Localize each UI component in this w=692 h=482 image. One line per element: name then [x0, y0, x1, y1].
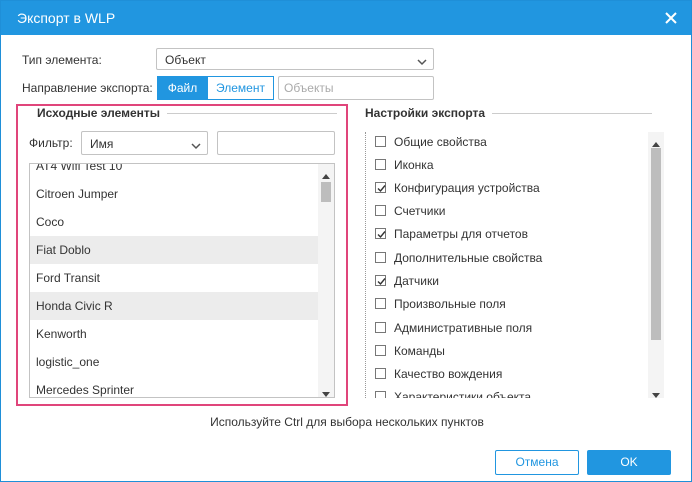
list-item[interactable]: Mercedes Sprinter: [30, 376, 319, 397]
check-icon: [377, 278, 386, 286]
list-item[interactable]: Ford Transit: [30, 264, 319, 292]
checkbox[interactable]: [375, 391, 386, 398]
settings-scrollbar[interactable]: [648, 132, 664, 398]
setting-label: Административные поля: [394, 321, 533, 335]
setting-label: Произвольные поля: [394, 297, 506, 311]
objects-input[interactable]: [278, 76, 434, 100]
list-item[interactable]: Fiat Doblo: [30, 236, 319, 264]
check-icon: [377, 231, 386, 239]
filter-input[interactable]: [217, 131, 335, 155]
source-elements-legend: Исходные элементы: [33, 106, 165, 120]
scroll-down-icon[interactable]: [322, 387, 330, 397]
checkbox[interactable]: [375, 205, 386, 216]
objects-input-field[interactable]: [279, 77, 433, 99]
ok-button[interactable]: OK: [587, 450, 671, 475]
setting-label: Общие свойства: [394, 135, 487, 149]
checkbox[interactable]: [375, 182, 386, 193]
source-elements-list[interactable]: AT4 Wifi Test 10 Citroen Jumper Coco Fia…: [29, 163, 335, 398]
checkbox[interactable]: [375, 368, 386, 379]
element-type-label: Тип элемента:: [22, 53, 102, 67]
scroll-up-icon[interactable]: [652, 136, 660, 147]
setting-label: Качество вождения: [394, 367, 503, 381]
filter-input-field[interactable]: [218, 132, 334, 154]
list-item[interactable]: Honda Civic R: [30, 292, 319, 320]
checkbox[interactable]: [375, 345, 386, 356]
chevron-down-icon: [191, 139, 201, 150]
direction-element-button[interactable]: Элемент: [207, 76, 274, 100]
scroll-down-icon[interactable]: [652, 388, 660, 398]
tree-line: [365, 132, 366, 398]
list-item[interactable]: AT4 Wifi Test 10: [30, 164, 319, 180]
element-type-value: Объект: [165, 53, 206, 67]
setting-label: Датчики: [394, 274, 439, 288]
setting-label: Иконка: [394, 158, 434, 172]
checkbox[interactable]: [375, 298, 386, 309]
filter-select-value: Имя: [90, 137, 114, 151]
direction-file-button[interactable]: Файл: [157, 76, 208, 100]
chevron-down-icon: [417, 55, 427, 66]
setting-label: Счетчики: [394, 204, 446, 218]
export-dialog: Экспорт в WLP Тип элемента: Объект Напра…: [0, 0, 692, 482]
list-item[interactable]: logistic_one: [30, 348, 319, 376]
setting-label: Дополнительные свойства: [394, 251, 543, 265]
scroll-thumb[interactable]: [651, 148, 661, 340]
checkbox[interactable]: [375, 275, 386, 286]
export-direction-label: Направление экспорта:: [22, 81, 153, 95]
checkbox[interactable]: [375, 136, 386, 147]
checkbox[interactable]: [375, 228, 386, 239]
setting-label: Команды: [394, 344, 445, 358]
list-item[interactable]: Kenworth: [30, 320, 319, 348]
dialog-title: Экспорт в WLP: [17, 10, 116, 26]
checkbox[interactable]: [375, 252, 386, 263]
close-icon[interactable]: [661, 8, 681, 28]
settings-legend-rule: [492, 113, 652, 114]
cancel-button[interactable]: Отмена: [495, 450, 579, 475]
filter-label: Фильтр:: [29, 136, 73, 150]
title-bar: Экспорт в WLP: [1, 1, 691, 35]
list-item[interactable]: Citroen Jumper: [30, 180, 319, 208]
setting-label: Характеристики объекта: [394, 390, 532, 398]
scroll-up-icon[interactable]: [322, 168, 330, 179]
filter-select[interactable]: Имя: [81, 131, 208, 155]
source-legend-rule: [167, 113, 337, 114]
source-elements-items: AT4 Wifi Test 10 Citroen Jumper Coco Fia…: [30, 164, 319, 397]
multi-select-hint: Используйте Ctrl для выбора нескольких п…: [210, 415, 484, 429]
setting-label: Параметры для отчетов: [394, 227, 528, 241]
list-item[interactable]: Coco: [30, 208, 319, 236]
setting-clip: Характеристики объекта: [375, 389, 645, 398]
export-settings-legend: Настройки экспорта: [361, 106, 490, 120]
checkbox[interactable]: [375, 322, 386, 333]
check-icon: [377, 185, 386, 193]
element-type-select[interactable]: Объект: [156, 48, 434, 70]
scroll-thumb[interactable]: [321, 182, 331, 202]
checkbox[interactable]: [375, 159, 386, 170]
source-list-scrollbar[interactable]: [318, 164, 334, 397]
setting-label: Конфигурация устройства: [394, 181, 540, 195]
